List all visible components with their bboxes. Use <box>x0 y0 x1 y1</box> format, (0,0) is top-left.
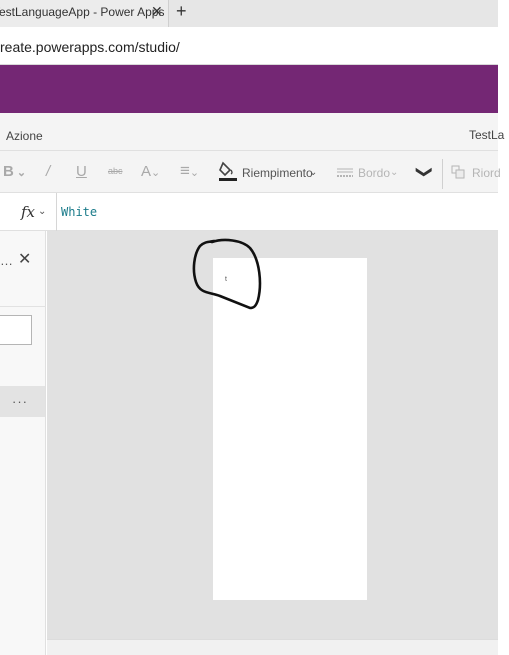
border-chevron-icon: ⌄ <box>390 167 399 178</box>
browser-tab-strip: TestLanguageApp - Power Apps ✕ + <box>0 0 498 27</box>
toolbar-separator <box>442 159 443 189</box>
close-tab-icon[interactable]: ✕ <box>151 3 163 20</box>
align-icon: ≡ <box>180 161 190 180</box>
pane-divider <box>0 306 46 307</box>
fx-icon[interactable]: fx <box>21 203 35 221</box>
reorder-icon <box>451 165 465 179</box>
formula-bar: fx ⌄ White <box>0 193 498 231</box>
bold-button[interactable]: B ⌄ <box>3 163 26 180</box>
font-size-label: A <box>141 163 152 180</box>
browser-tab[interactable]: TestLanguageApp - Power Apps ✕ <box>0 0 169 27</box>
fill-label: Riempimento <box>242 166 313 180</box>
reorder-label[interactable]: Riord <box>472 166 501 180</box>
formula-input[interactable]: White <box>61 205 97 219</box>
menu-item-azione[interactable]: Azione <box>6 129 43 143</box>
canvas-horizontal-scrollbar[interactable] <box>47 639 498 655</box>
bold-label: B <box>3 163 14 180</box>
paint-bucket-icon <box>219 161 237 181</box>
underline-button[interactable]: U <box>76 163 87 180</box>
url-text[interactable]: reate.powerapps.com/studio/ <box>0 39 180 55</box>
tree-view-pane: … ··· <box>0 231 46 655</box>
more-options-icon[interactable]: ··· <box>12 394 28 409</box>
border-label: Bordo <box>358 166 391 180</box>
align-button[interactable]: ≡⌄ <box>180 161 199 181</box>
fill-chevron-icon: ⌄ <box>309 167 318 178</box>
close-pane-icon[interactable]: ✕ <box>18 249 31 269</box>
italic-button[interactable]: / <box>46 163 50 180</box>
app-name: TestLa <box>469 128 505 142</box>
tree-search-input[interactable] <box>0 315 32 345</box>
tree-item-selected[interactable]: ··· <box>0 386 45 417</box>
pane-title-ellipsis: … <box>0 253 13 268</box>
new-tab-icon[interactable]: + <box>176 1 187 22</box>
font-size-button[interactable]: A⌄ <box>141 163 160 180</box>
app-header <box>0 65 498 113</box>
formatting-toolbar: B ⌄ / U abc A⌄ ≡⌄ Riempimento ⌄ Bordo ⌄ … <box>0 151 501 193</box>
annotation-circle <box>192 238 262 310</box>
border-style-icon <box>337 168 353 177</box>
menu-bar: Azione TestLa <box>0 113 504 151</box>
strikethrough-button[interactable]: abc <box>108 166 123 176</box>
address-bar[interactable]: reate.powerapps.com/studio/ <box>0 27 498 65</box>
fx-chevron-icon[interactable]: ⌄ <box>38 206 46 217</box>
browser-tab-title: TestLanguageApp - Power Apps <box>0 5 165 19</box>
more-toolbar-icon[interactable]: ❯ <box>415 165 435 178</box>
formula-separator <box>56 193 57 231</box>
